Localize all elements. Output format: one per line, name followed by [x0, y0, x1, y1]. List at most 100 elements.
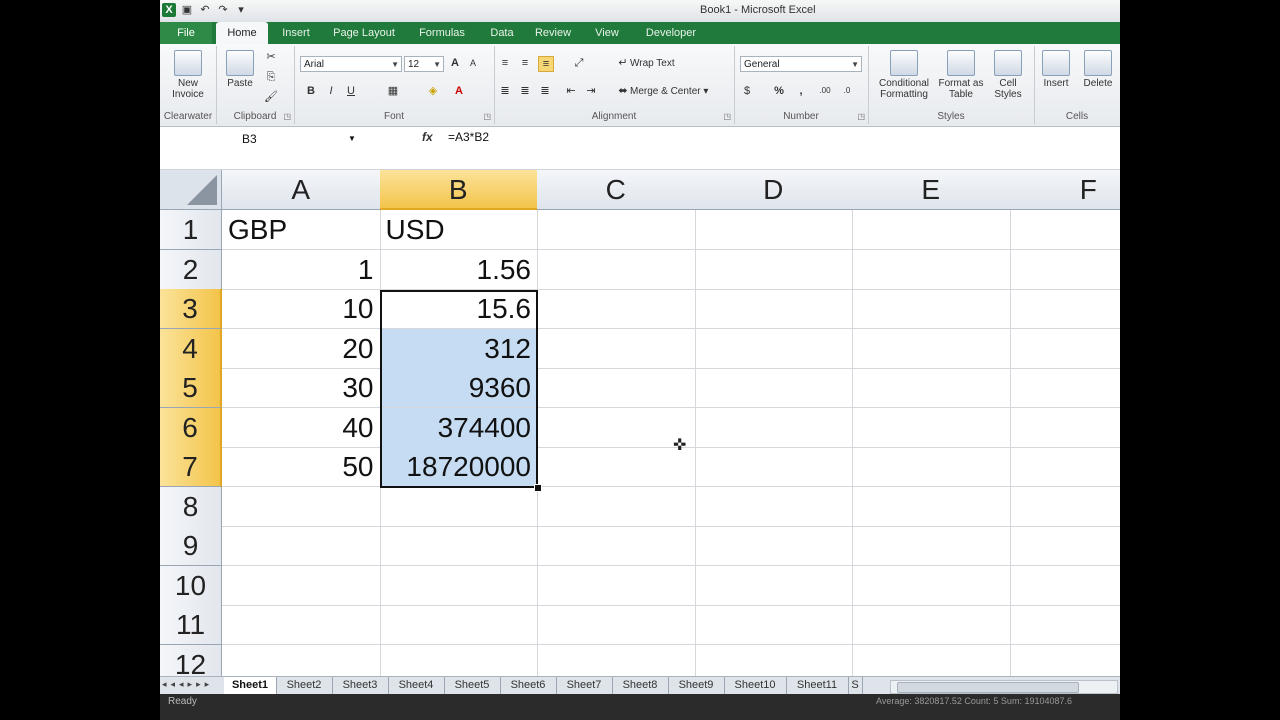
currency-icon[interactable]: $ — [740, 84, 754, 98]
fill-color-icon[interactable]: ◈ — [426, 84, 440, 98]
row-header-2[interactable]: 2 — [160, 249, 222, 290]
align-top-icon[interactable]: ≡ — [498, 56, 512, 70]
cell-c11[interactable] — [537, 605, 696, 645]
sheet-tab-sheet4[interactable]: Sheet4 — [388, 677, 445, 694]
align-middle-icon[interactable]: ≡ — [518, 56, 532, 70]
cell-a4[interactable]: 20 — [222, 328, 381, 369]
cell-b2[interactable]: 1.56 — [379, 249, 538, 290]
align-bottom-icon[interactable]: ≡ — [538, 56, 554, 72]
cell-a7[interactable]: 50 — [222, 447, 381, 487]
cell-b3[interactable]: 15.6 — [379, 289, 538, 329]
bold-button[interactable]: B — [304, 84, 318, 98]
sheet-tab-sheet11[interactable]: Sheet11 — [786, 677, 849, 694]
cell-f3[interactable] — [1009, 289, 1120, 329]
row-header-6[interactable]: 6 — [160, 407, 222, 448]
redo-icon[interactable]: ↷ — [216, 3, 230, 17]
insert-function-icon[interactable]: fx — [422, 130, 433, 144]
format-as-table-button[interactable]: Format as Table — [938, 50, 984, 100]
cell-d12[interactable] — [695, 644, 853, 676]
row-header-7[interactable]: 7 — [160, 447, 222, 487]
tab-page-layout[interactable]: Page Layout — [328, 22, 400, 44]
grow-font-icon[interactable]: A — [448, 56, 462, 70]
cell-e6[interactable] — [852, 407, 1011, 448]
column-header-b[interactable]: B — [379, 170, 538, 210]
cell-a8[interactable] — [222, 486, 381, 527]
name-box[interactable]: B3 ▼ — [160, 129, 360, 149]
font-launcher-icon[interactable]: ◳ — [483, 112, 491, 121]
row-header-12[interactable]: 12 — [160, 644, 222, 676]
cell-c4[interactable] — [537, 328, 696, 369]
delete-cells-button[interactable]: Delete — [1078, 50, 1118, 89]
cell-d4[interactable] — [694, 328, 853, 369]
cell-e8[interactable] — [852, 486, 1011, 527]
align-right-icon[interactable]: ≣ — [538, 84, 552, 98]
cell-e4[interactable] — [852, 328, 1011, 369]
cell-c5[interactable] — [537, 368, 696, 408]
cell-d10[interactable] — [694, 565, 853, 606]
row-header-5[interactable]: 5 — [160, 368, 222, 408]
column-header-a[interactable]: A — [222, 170, 381, 210]
sheet-tab-sheet6[interactable]: Sheet6 — [500, 677, 557, 694]
row-header-11[interactable]: 11 — [160, 605, 222, 645]
cell-a2[interactable]: 1 — [222, 249, 381, 290]
borders-icon[interactable]: ▦ — [386, 84, 400, 98]
cell-c7[interactable] — [537, 447, 696, 487]
cell-c2[interactable] — [537, 249, 696, 290]
column-header-f[interactable]: F — [1009, 170, 1120, 210]
cell-e12[interactable] — [852, 644, 1011, 676]
tab-view[interactable]: View — [588, 22, 626, 44]
cell-d9[interactable] — [694, 526, 853, 566]
cell-e10[interactable] — [852, 565, 1011, 606]
font-size-select[interactable]: 12 ▼ — [404, 56, 444, 72]
column-header-d[interactable]: D — [694, 170, 853, 210]
cell-d6[interactable] — [694, 407, 853, 448]
row-header-9[interactable]: 9 — [160, 526, 222, 566]
worksheet-grid[interactable]: GBP USD 1 1.56 10 15.6 20 312 30 9360 40 374400 50 18… — [160, 170, 1120, 676]
column-header-e[interactable]: E — [852, 170, 1011, 210]
sheet-tab-sheet7[interactable]: Sheet7 — [556, 677, 613, 694]
scroll-thumb[interactable] — [897, 682, 1079, 693]
row-header-10[interactable]: 10 — [160, 565, 222, 606]
cell-a10[interactable] — [222, 565, 381, 606]
horizontal-scrollbar[interactable] — [890, 680, 1118, 694]
cell-f5[interactable] — [1009, 368, 1120, 408]
merge-center-button[interactable]: ⬌ Merge & Center ▾ — [616, 84, 708, 99]
cell-a11[interactable] — [222, 605, 381, 645]
increase-indent-icon[interactable]: ⇥ — [584, 84, 598, 98]
paste-button[interactable]: Paste — [222, 50, 258, 89]
cell-c8[interactable] — [537, 486, 696, 527]
save-icon[interactable]: ▣ — [180, 3, 194, 17]
decrease-decimal-icon[interactable]: .0 — [840, 84, 854, 98]
cut-icon[interactable]: ✂ — [264, 50, 278, 64]
select-all-button[interactable] — [160, 170, 222, 210]
cell-c10[interactable] — [537, 565, 696, 606]
new-invoice-button[interactable]: New Invoice — [164, 50, 212, 100]
cell-d5[interactable] — [694, 368, 853, 408]
underline-button[interactable]: U — [344, 84, 358, 98]
orientation-icon[interactable]: ⤢ — [572, 56, 586, 70]
sheet-tab-s[interactable]: S — [848, 677, 863, 694]
cell-a6[interactable]: 40 — [222, 407, 381, 448]
cell-d3[interactable] — [694, 289, 853, 329]
tab-review[interactable]: Review — [530, 22, 576, 44]
cell-b4[interactable]: 312 — [379, 328, 538, 369]
cell-c3[interactable] — [537, 289, 696, 329]
cell-a3[interactable]: 10 — [222, 289, 381, 329]
cell-f4[interactable] — [1009, 329, 1120, 369]
shrink-font-icon[interactable]: A — [466, 56, 480, 70]
copy-icon[interactable]: ⎘ — [264, 70, 278, 84]
italic-button[interactable]: I — [324, 84, 338, 98]
cell-b12[interactable] — [380, 644, 538, 676]
cell-f8[interactable] — [1009, 487, 1120, 527]
cell-f7[interactable] — [1009, 447, 1120, 487]
tab-home[interactable]: Home — [216, 22, 268, 44]
align-left-icon[interactable]: ≣ — [498, 84, 512, 98]
row-header-3[interactable]: 3 — [160, 289, 222, 329]
tab-formulas[interactable]: Formulas — [412, 22, 472, 44]
cell-d11[interactable] — [694, 605, 853, 645]
percent-button[interactable]: % — [772, 84, 786, 98]
cell-e11[interactable] — [852, 605, 1011, 645]
cell-f9[interactable] — [1009, 526, 1120, 566]
sheet-tab-sheet1[interactable]: Sheet1 — [224, 677, 277, 694]
conditional-formatting-button[interactable]: Conditional Formatting — [872, 50, 936, 100]
